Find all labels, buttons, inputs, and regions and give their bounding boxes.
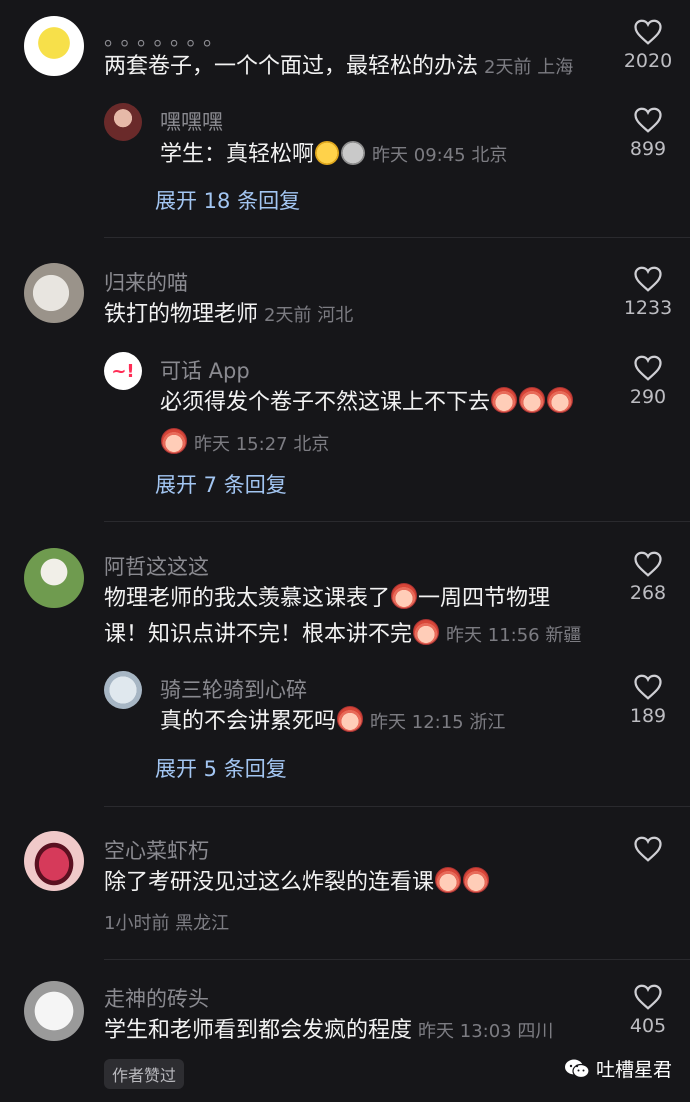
- watermark-text: 吐槽星君: [595, 1059, 672, 1081]
- divider: [104, 237, 690, 238]
- heart-icon: [634, 836, 662, 862]
- comment-username[interactable]: 阿哲这这这: [104, 551, 209, 581]
- watermark: 吐槽星君: [564, 1055, 672, 1082]
- heart-icon: [634, 19, 662, 45]
- reply-meta-line: 昨天 15:27 北京: [160, 428, 329, 456]
- reply-text: 必须得发个卷子不然这课上不下去: [160, 385, 574, 421]
- comment-meta: 昨天 11:56 新疆: [446, 625, 582, 646]
- comment-meta: 1小时前 黑龙江: [104, 913, 230, 934]
- author-liked-badge: 作者赞过: [104, 1059, 185, 1089]
- heart-icon: [634, 674, 662, 700]
- like-button[interactable]: 290: [608, 354, 688, 408]
- app-logo-avatar[interactable]: ~!: [104, 352, 142, 390]
- heart-icon: [634, 551, 662, 577]
- like-count: 899: [629, 138, 667, 160]
- avatar[interactable]: [24, 831, 84, 891]
- avatar[interactable]: [24, 263, 84, 323]
- emoji-icon: [341, 141, 366, 165]
- emoji-icon: [547, 387, 574, 413]
- comment-username[interactable]: 。。。。。。。: [104, 22, 230, 52]
- heart-icon: [634, 107, 662, 133]
- comment-text-line-1: 物理老师的我太羡慕这课表了 一周四节物理: [104, 581, 550, 617]
- like-button[interactable]: 899: [608, 106, 688, 160]
- like-count: 290: [629, 386, 667, 408]
- emoji-icon: [491, 387, 518, 413]
- reply-meta: 昨天 12:15 浙江: [370, 712, 506, 733]
- like-count: 1233: [623, 297, 673, 319]
- reply-username[interactable]: 骑三轮骑到心碎: [160, 674, 307, 704]
- heart-icon: [634, 984, 662, 1010]
- emoji-icon: [315, 141, 340, 165]
- expand-replies-button[interactable]: 展开 5 条回复: [155, 753, 287, 783]
- reply-avatar[interactable]: [104, 671, 142, 709]
- comment-text: 学生和老师看到都会发疯的程度 昨天 13:03 四川: [104, 1018, 554, 1043]
- comment-username[interactable]: 归来的喵: [104, 267, 188, 297]
- reply-meta: 昨天 15:27 北京: [194, 434, 330, 455]
- emoji-icon: [413, 619, 440, 645]
- emoji-icon: [391, 583, 418, 609]
- like-button[interactable]: 1233: [608, 265, 688, 319]
- comment-text: 除了考研没见过这么炸裂的连看课: [104, 865, 490, 901]
- like-count: 405: [629, 1015, 667, 1037]
- avatar[interactable]: [24, 981, 84, 1041]
- reply-avatar[interactable]: [104, 103, 142, 141]
- divider: [104, 959, 690, 960]
- comment-username[interactable]: 空心菜虾朽: [104, 835, 209, 865]
- comment-meta: 2天前 河北: [264, 305, 354, 326]
- comment-username[interactable]: 走神的砖头: [104, 983, 209, 1013]
- divider: [104, 521, 690, 522]
- emoji-icon: [463, 867, 490, 893]
- like-button[interactable]: 405: [608, 983, 688, 1037]
- like-count: 2020: [623, 50, 673, 72]
- avatar[interactable]: [24, 548, 84, 608]
- divider: [104, 806, 690, 807]
- reply-username[interactable]: 可话 App: [160, 355, 250, 385]
- comment-text-line-2: 课！知识点讲不完！根本讲不完 昨天 11:56 新疆: [104, 617, 581, 654]
- comment-meta: 2天前 上海: [484, 57, 574, 78]
- heart-icon: [634, 355, 662, 381]
- app-logo-icon: ~!: [111, 360, 135, 382]
- emoji-icon: [435, 867, 462, 893]
- expand-replies-button[interactable]: 展开 7 条回复: [155, 469, 287, 499]
- comment-text: 两套卷子，一个个面过，最轻松的办法 2天前 上海: [104, 54, 574, 79]
- emoji-icon: [519, 387, 546, 413]
- reply-text: 学生：真轻松啊 昨天 09:45 北京: [160, 141, 508, 167]
- emoji-icon: [337, 706, 364, 732]
- reply-username[interactable]: 嘿嘿嘿: [160, 106, 223, 136]
- like-button[interactable]: 268: [608, 550, 688, 604]
- like-button[interactable]: [608, 835, 688, 863]
- emoji-icon: [161, 428, 187, 454]
- like-count: 268: [629, 582, 667, 604]
- reply-meta: 昨天 09:45 北京: [372, 145, 508, 166]
- comment-meta: 昨天 13:03 四川: [418, 1021, 554, 1042]
- like-count: 189: [629, 705, 667, 727]
- heart-icon: [634, 266, 662, 292]
- comment-text: 铁打的物理老师 2天前 河北: [104, 302, 354, 327]
- like-button[interactable]: 2020: [608, 18, 688, 72]
- like-button[interactable]: 189: [608, 673, 688, 727]
- wechat-icon: [564, 1059, 590, 1078]
- expand-replies-button[interactable]: 展开 18 条回复: [155, 185, 300, 215]
- avatar[interactable]: [24, 16, 84, 76]
- reply-text: 真的不会讲累死吗 昨天 12:15 浙江: [160, 704, 505, 741]
